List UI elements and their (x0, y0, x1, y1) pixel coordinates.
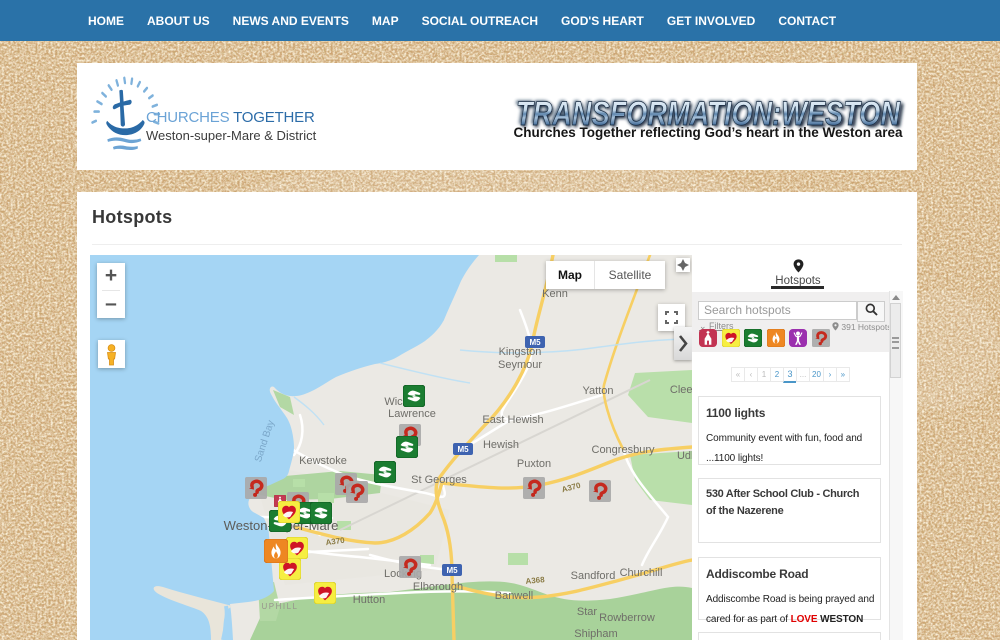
svg-text:M5: M5 (457, 445, 469, 454)
svg-text:Puxton: Puxton (517, 458, 551, 470)
svg-text:Sandford: Sandford (571, 570, 616, 582)
svg-text:A368: A368 (525, 575, 545, 586)
svg-text:Hutton: Hutton (353, 594, 385, 606)
svg-text:Shipham: Shipham (574, 628, 617, 640)
svg-text:Kewstoke: Kewstoke (299, 455, 347, 467)
svg-text:Cleeve: Cleeve (670, 384, 692, 396)
svg-text:UPHILL: UPHILL (261, 602, 298, 611)
svg-text:Star: Star (577, 606, 598, 618)
svg-text:Elborough: Elborough (413, 581, 463, 593)
svg-text:Hewish: Hewish (483, 439, 519, 451)
svg-text:Yatton: Yatton (583, 385, 614, 397)
svg-text:Kenn: Kenn (542, 288, 568, 300)
svg-text:East Hewish: East Hewish (482, 414, 543, 426)
svg-text:Congresbury: Congresbury (592, 444, 655, 456)
svg-text:M5: M5 (529, 338, 541, 347)
svg-text:Udley: Udley (677, 450, 692, 462)
svg-text:M5: M5 (446, 566, 458, 575)
svg-text:Seymour: Seymour (498, 359, 542, 371)
svg-text:Lawrence: Lawrence (388, 408, 436, 420)
svg-text:Rowberrow: Rowberrow (599, 612, 655, 624)
svg-text:Churchill: Churchill (620, 567, 663, 579)
svg-text:Banwell: Banwell (495, 590, 534, 602)
svg-text:St Georges: St Georges (411, 474, 467, 486)
